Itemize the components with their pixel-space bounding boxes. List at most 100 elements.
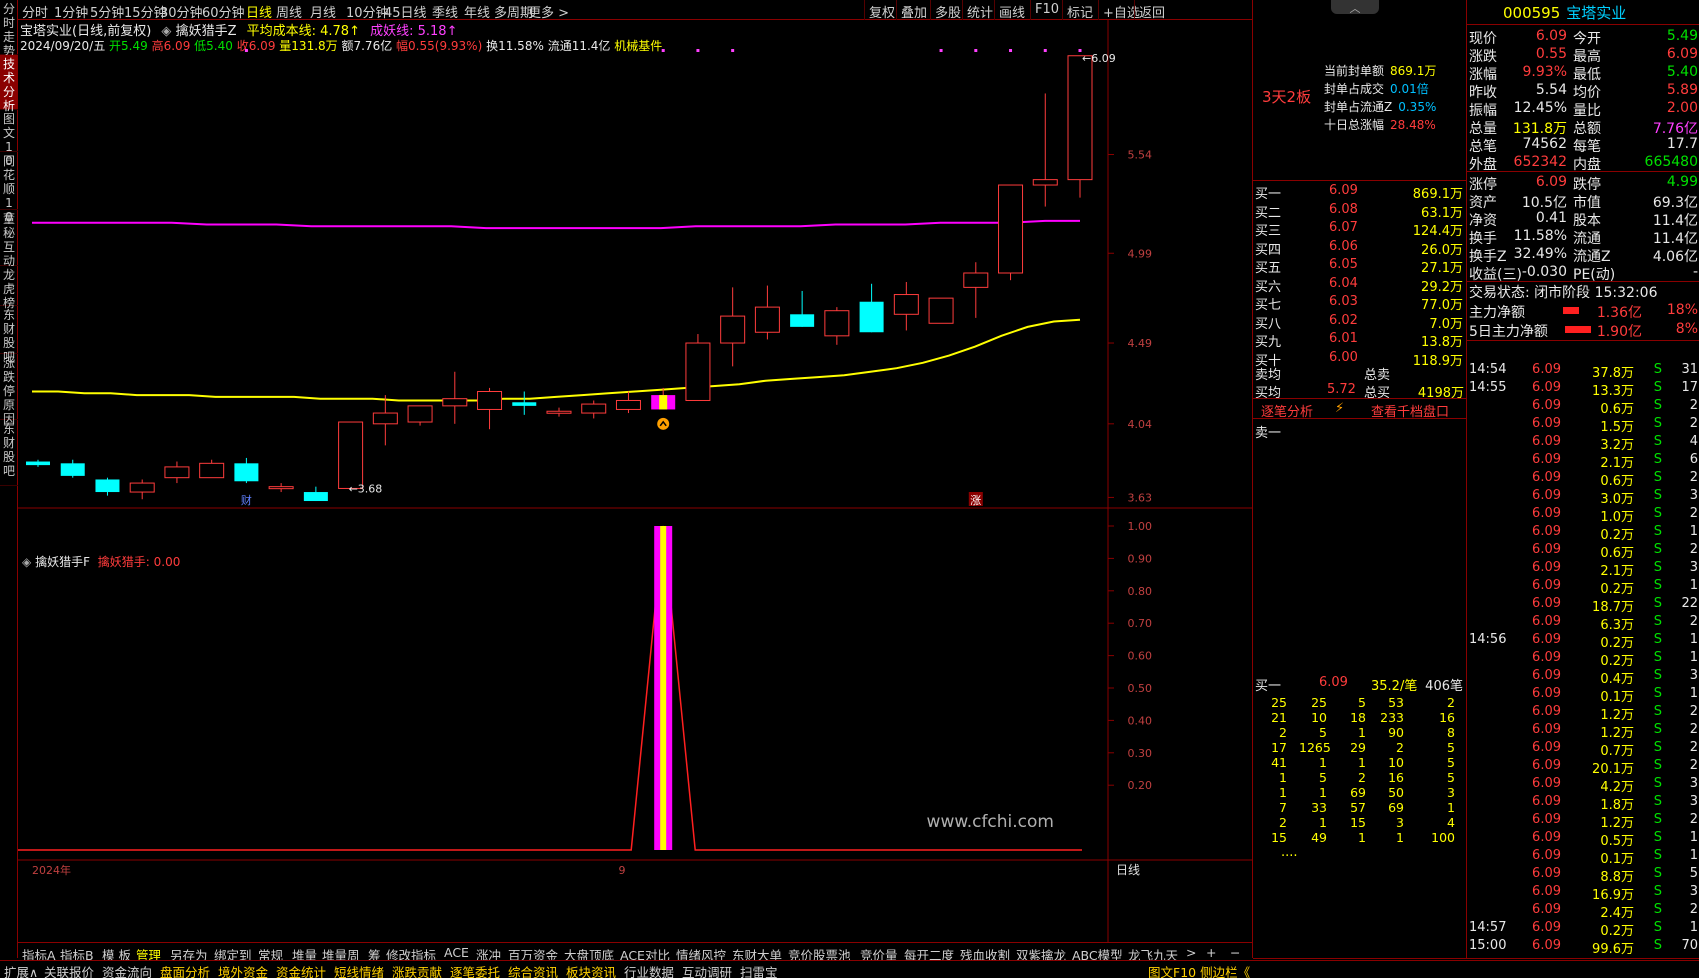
kline-chart[interactable]: 5.54 4.99 4.49 4.04 3.63 ←6.09 ←3.68 财 涨 1.00 0.90… — [18, 20, 1252, 942]
toolbar-right-5[interactable]: F10 — [1030, 0, 1059, 20]
candle-up[interactable] — [1067, 55, 1093, 181]
period-tab-0[interactable]: 分时 — [22, 2, 48, 21]
period-tab-11[interactable]: 季线 — [432, 2, 458, 21]
side-tab-0[interactable]: 分时走势 — [0, 0, 18, 58]
ext-tab-11[interactable]: 行业数据 — [624, 962, 674, 978]
side-tab-5[interactable]: 龙虎榜 — [0, 266, 18, 310]
candle-up[interactable] — [893, 294, 919, 315]
side-tab-6[interactable]: 东财股吧 — [0, 306, 18, 364]
candle-down[interactable] — [26, 461, 50, 466]
tick-price: 6.09 — [1532, 830, 1561, 845]
candle-up[interactable] — [581, 403, 607, 414]
ext-right-link[interactable]: 图文F10 侧边栏《 — [1148, 962, 1250, 978]
bid-volume: 869.1万 — [1412, 187, 1463, 202]
period-tab-9[interactable]: 10分钟 — [346, 2, 389, 21]
tab-add-icon[interactable]: + — [1206, 945, 1216, 960]
ext-tab-6[interactable]: 短线情绪 — [334, 962, 384, 978]
period-tab-8[interactable]: 月线 — [310, 2, 336, 21]
period-tab-1[interactable]: 1分钟 — [54, 2, 88, 21]
ext-tab-12[interactable]: 互动调研 — [682, 962, 732, 978]
candle-up[interactable] — [407, 405, 433, 423]
ext-tab-5[interactable]: 资金统计 — [276, 962, 326, 978]
stock-header: 000595 宝塔实业 — [1503, 2, 1626, 23]
top-dot — [939, 49, 943, 52]
ext-tab-4[interactable]: 境外资金 — [218, 962, 268, 978]
sub-tick-label: 0.70 — [1128, 617, 1153, 630]
sub-tick-label: 0.90 — [1128, 552, 1153, 565]
ext-tab-3[interactable]: 盘面分析 — [160, 962, 210, 978]
indicator-tab-11[interactable]: ACE — [444, 945, 469, 960]
side-tab-1[interactable]: 技术分析 — [0, 55, 18, 113]
toolbar-right-6[interactable]: 标记 — [1062, 0, 1093, 21]
toolbar-right-1[interactable]: 叠加 — [896, 0, 927, 21]
sub-indicator-icon[interactable]: ◈ — [22, 555, 31, 569]
ext-tab-8[interactable]: 逐笔委托 — [450, 962, 500, 978]
candle-up[interactable] — [546, 410, 572, 414]
candle-up[interactable] — [372, 412, 398, 425]
sub-indicator-title[interactable]: 擒妖猎手F — [35, 555, 90, 569]
candle-up[interactable] — [442, 398, 468, 407]
period-tab-12[interactable]: 年线 — [464, 2, 490, 21]
side-tab-2[interactable]: 图文10 — [0, 110, 18, 168]
caption-zhang: 涨 — [970, 494, 981, 507]
ext-tab-9[interactable]: 综合资讯 — [508, 962, 558, 978]
collapse-chevron-icon[interactable]: ︿ — [1331, 0, 1379, 15]
period-tab-2[interactable]: 5分钟 — [90, 2, 124, 21]
candle-up[interactable] — [928, 297, 954, 324]
candle-up[interactable] — [164, 466, 190, 479]
bid-label: 买二 — [1255, 205, 1282, 221]
candle-up[interactable] — [129, 482, 155, 493]
ticks-panel: 000595 宝塔实业 现价 6.09 今开 5.49 涨跌 0.55 最高 6.09 涨幅 9.93… — [1466, 0, 1699, 978]
period-tab-10[interactable]: 45日线 — [384, 2, 427, 21]
candle-up[interactable] — [720, 315, 746, 344]
side-tab-7[interactable]: 涨跌停原因 — [0, 354, 18, 426]
candle-up[interactable] — [963, 272, 989, 288]
ext-tab-0[interactable]: 扩展∧ — [4, 962, 38, 978]
period-tab-5[interactable]: 60分钟 — [202, 2, 245, 21]
ext-tab-1[interactable]: 关联报价 — [44, 962, 94, 978]
ext-tab-13[interactable]: 扫雷宝 — [740, 962, 778, 978]
period-tab-7[interactable]: 周线 — [276, 2, 302, 21]
side-tab-3[interactable]: 同花顺10 — [0, 152, 18, 224]
candle-down[interactable] — [303, 492, 328, 502]
sub-tick-label: 0.30 — [1128, 747, 1153, 760]
side-tab-8[interactable]: 东财股吧 — [0, 420, 18, 486]
tick-volume: 0.2万 — [1600, 924, 1634, 939]
candle-up[interactable] — [615, 399, 641, 410]
candle-up[interactable] — [199, 462, 225, 479]
ext-tab-2[interactable]: 资金流向 — [102, 962, 152, 978]
tab-minus-icon[interactable]: − — [1230, 945, 1240, 960]
toolbar-right-8[interactable]: 返回 — [1134, 0, 1165, 21]
ext-tab-10[interactable]: 板块资讯 — [566, 962, 616, 978]
period-tab-6[interactable]: 日线 — [246, 2, 272, 21]
toolbar-right-2[interactable]: 多股 — [930, 0, 961, 21]
candle-up[interactable] — [477, 391, 503, 410]
period-tab-14[interactable]: 更多 > — [528, 2, 569, 21]
ext-tab-7[interactable]: 涨跌贡献 — [392, 962, 442, 978]
candle-up[interactable] — [268, 486, 294, 490]
candle-up[interactable] — [998, 184, 1024, 274]
side-tab-char: 分 — [2, 2, 15, 16]
tab-scroll-right-icon[interactable]: > — [1186, 945, 1196, 960]
candle-down[interactable] — [859, 301, 884, 333]
candle-up[interactable] — [1032, 179, 1058, 186]
bid-volume: 7.0万 — [1429, 316, 1463, 332]
candle-down[interactable] — [60, 463, 85, 476]
side-tab-4[interactable]: 董秘互动 — [0, 210, 18, 268]
candle-up[interactable] — [338, 421, 364, 489]
tick-count: 1 — [1689, 830, 1698, 845]
candle-down[interactable] — [512, 402, 537, 406]
toolbar-right-4[interactable]: 画线 — [994, 0, 1025, 21]
toolbar-right-0[interactable]: 复权 — [864, 0, 895, 21]
candle-down[interactable] — [234, 463, 259, 482]
candle-down[interactable] — [95, 479, 120, 493]
candle-up[interactable] — [754, 306, 780, 333]
candle-up[interactable] — [685, 342, 711, 401]
tick-count: 2 — [1689, 506, 1698, 521]
period-tab-4[interactable]: 30分钟 — [160, 2, 203, 21]
toolbar-right-3[interactable]: 统计 — [962, 0, 993, 21]
candle-up[interactable] — [824, 310, 850, 337]
candle-down[interactable] — [790, 314, 815, 327]
tick-side: S — [1653, 380, 1662, 395]
quote-value: 11.58% — [1513, 228, 1567, 244]
